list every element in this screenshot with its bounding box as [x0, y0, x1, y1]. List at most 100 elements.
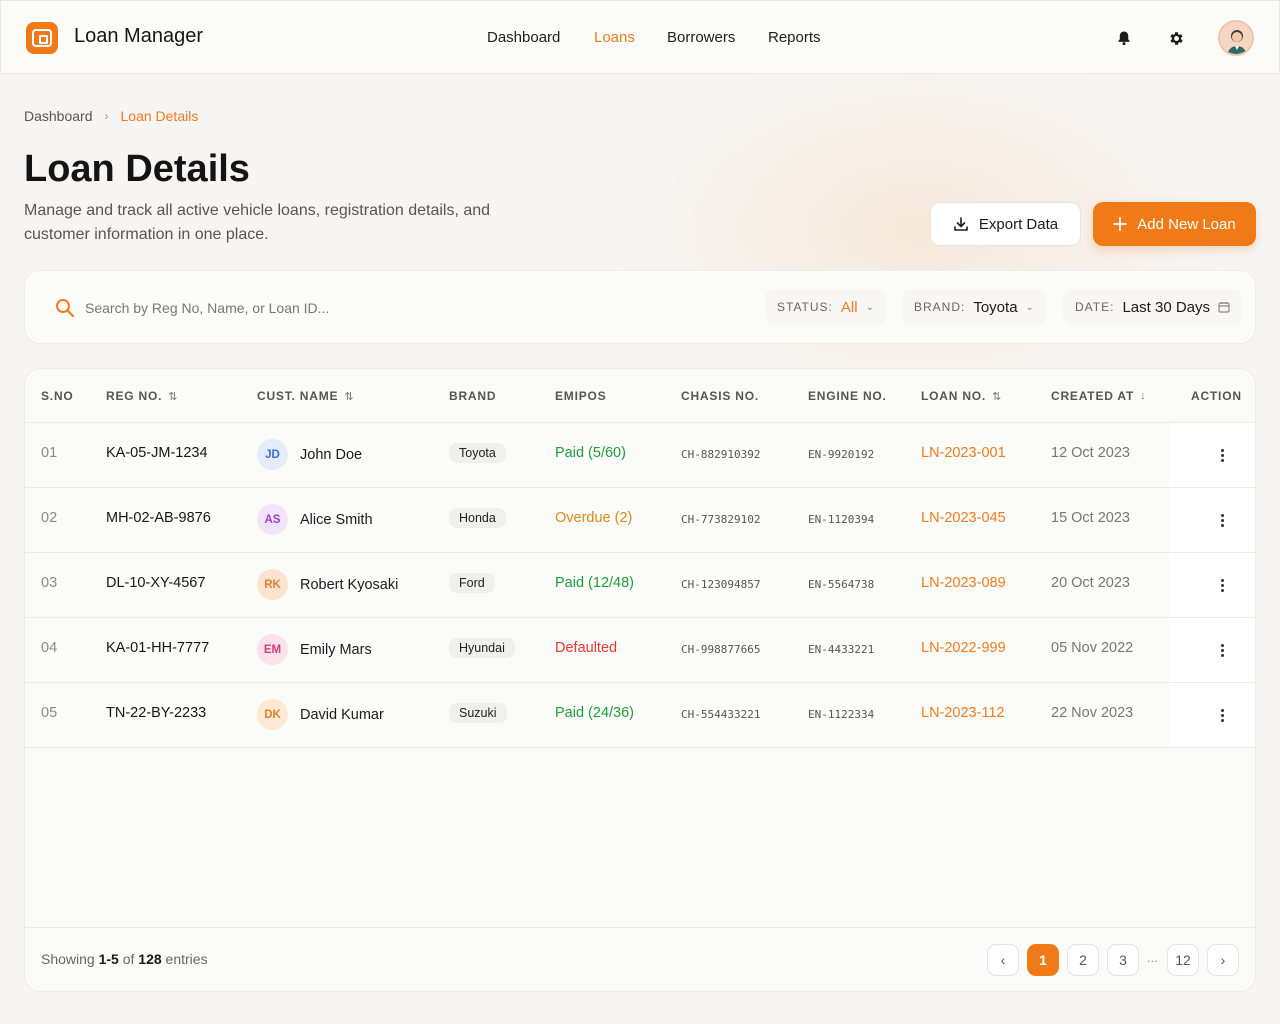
export-data-button[interactable]: Export Data — [930, 202, 1081, 246]
more-options-icon[interactable] — [1221, 709, 1225, 722]
cell-loan-no[interactable]: LN-2023-112 — [921, 705, 1005, 721]
cell-engine-no: EN-9920192 — [808, 448, 875, 461]
brand-filter-value: Toyota — [973, 298, 1018, 316]
col-header-action: ACTION — [1191, 389, 1242, 403]
page-button-2[interactable]: 2 — [1067, 944, 1099, 976]
table-footer: Showing 1-5 of 128 entries ‹ 1 2 3 ... 1… — [25, 927, 1255, 991]
cell-reg-no: KA-05-JM-1234 — [106, 445, 208, 461]
brand-pill: Honda — [449, 508, 506, 528]
chevron-down-icon: ⌄ — [1025, 301, 1034, 313]
nav-item-reports[interactable]: Reports — [768, 29, 821, 46]
date-filter-label: DATE: — [1075, 300, 1115, 314]
col-header-brand: BRAND — [449, 389, 497, 403]
table-header: S.NO REG NO. ⇅ CUST. NAME ⇅ BRAND EMIPOS C… — [25, 369, 1255, 423]
add-new-loan-button[interactable]: Add New Loan — [1093, 202, 1256, 246]
cell-sno: 01 — [41, 445, 58, 461]
arrow-down-icon[interactable]: ↓ — [1140, 390, 1146, 402]
col-header-reg-no[interactable]: REG NO. ⇅ — [106, 389, 178, 403]
brand-pill: Suzuki — [449, 703, 507, 723]
sort-icon[interactable]: ⇅ — [344, 390, 354, 403]
chevron-left-icon: ‹ — [1000, 952, 1006, 968]
cell-loan-no[interactable]: LN-2023-045 — [921, 510, 1006, 526]
gear-icon[interactable] — [1160, 22, 1192, 54]
cell-sno: 04 — [41, 640, 58, 656]
nav-item-loans[interactable]: Loans — [594, 29, 635, 46]
table-row[interactable]: 01 KA-05-JM-1234 JD John Doe Toyota Paid (5/6… — [25, 423, 1255, 488]
more-options-icon[interactable] — [1221, 579, 1225, 592]
page-button-1[interactable]: 1 — [1027, 944, 1059, 976]
col-header-engine-no: ENGINE NO. — [808, 389, 887, 403]
prev-page-button[interactable]: ‹ — [987, 944, 1019, 976]
more-options-icon[interactable] — [1221, 644, 1225, 657]
calendar-icon — [1218, 302, 1230, 313]
date-filter[interactable]: DATE: Last 30 Days — [1063, 289, 1242, 325]
app-logo-icon[interactable] — [26, 22, 58, 54]
next-page-button[interactable]: › — [1207, 944, 1239, 976]
search-input[interactable] — [85, 300, 425, 316]
cell-sno: 05 — [41, 705, 58, 721]
status-filter[interactable]: STATUS: All ⌄ — [765, 289, 886, 325]
cell-customer: JD John Doe — [257, 439, 362, 470]
cell-engine-no: EN-4433221 — [808, 643, 875, 656]
cell-engine-no: EN-5564738 — [808, 578, 875, 591]
cell-sno: 03 — [41, 575, 58, 591]
cell-created-at: 12 Oct 2023 — [1051, 445, 1130, 461]
app-name: Loan Manager — [74, 25, 203, 47]
export-data-label: Export Data — [978, 215, 1059, 233]
brand-filter[interactable]: BRAND: Toyota ⌄ — [902, 289, 1046, 325]
page-button-12[interactable]: 12 — [1167, 944, 1199, 976]
table-row[interactable]: 03 DL-10-XY-4567 RK Robert Kyosaki Ford Paid … — [25, 553, 1255, 618]
bell-icon[interactable] — [1108, 22, 1140, 54]
table-row[interactable]: 05 TN-22-BY-2233 DK David Kumar Suzuki Paid (… — [25, 683, 1255, 748]
cell-emi-status: Paid (12/48) — [555, 575, 634, 591]
status-filter-value: All — [840, 298, 858, 316]
customer-name: David Kumar — [300, 706, 384, 723]
cell-loan-no[interactable]: LN-2023-089 — [921, 575, 1006, 591]
status-filter-label: STATUS: — [777, 300, 833, 314]
add-new-loan-label: Add New Loan — [1137, 215, 1236, 233]
chevron-right-icon: › — [1220, 952, 1226, 968]
cell-chassis-no: CH-998877665 — [681, 643, 761, 656]
more-options-icon[interactable] — [1221, 514, 1225, 527]
cell-customer: AS Alice Smith — [257, 504, 373, 535]
cell-loan-no[interactable]: LN-2023-001 — [921, 445, 1006, 461]
col-header-created-at[interactable]: CREATED AT ↓ — [1051, 389, 1146, 403]
customer-initials-avatar: JD — [257, 439, 288, 470]
cell-created-at: 20 Oct 2023 — [1051, 575, 1130, 591]
brand-pill: Hyundai — [449, 638, 515, 658]
sort-icon[interactable]: ⇅ — [992, 390, 1002, 403]
brand-pill: Toyota — [449, 443, 506, 463]
col-header-loan-no[interactable]: LOAN NO. ⇅ — [921, 389, 1002, 403]
col-header-cust-name[interactable]: CUST. NAME ⇅ — [257, 389, 354, 403]
cell-created-at: 15 Oct 2023 — [1051, 510, 1130, 526]
loans-table: S.NO REG NO. ⇅ CUST. NAME ⇅ BRAND EMIPOS C… — [24, 368, 1256, 992]
more-options-icon[interactable] — [1221, 449, 1225, 462]
plus-icon — [1113, 217, 1128, 231]
sort-icon[interactable]: ⇅ — [168, 390, 178, 403]
cell-sno: 02 — [41, 510, 58, 526]
cell-emi-status: Paid (24/36) — [555, 705, 634, 721]
page-subtitle: Manage and track all active vehicle loan… — [24, 202, 491, 243]
top-navbar: Loan Manager Dashboard Loans Borrowers R… — [0, 0, 1280, 74]
cell-reg-no: TN-22-BY-2233 — [106, 705, 207, 721]
filter-bar: STATUS: All ⌄ BRAND: Toyota ⌄ DATE: Last… — [24, 270, 1256, 344]
cell-customer: DK David Kumar — [257, 699, 384, 730]
breadcrumb-link-dashboard[interactable]: Dashboard — [24, 108, 93, 124]
cell-customer: EM Emily Mars — [257, 634, 372, 665]
table-row[interactable]: 02 MH-02-AB-9876 AS Alice Smith Honda Overdue… — [25, 488, 1255, 553]
cell-emi-status: Paid (5/60) — [555, 445, 626, 461]
cell-emi-status: Overdue (2) — [555, 510, 633, 526]
col-header-sno: S.NO — [41, 389, 74, 403]
page-button-3[interactable]: 3 — [1107, 944, 1139, 976]
cell-customer: RK Robert Kyosaki — [257, 569, 398, 600]
cell-loan-no[interactable]: LN-2022-999 — [921, 640, 1006, 656]
nav-item-borrowers[interactable]: Borrowers — [667, 29, 735, 46]
table-row[interactable]: 04 KA-01-HH-7777 EM Emily Mars Hyundai Defaul… — [25, 618, 1255, 683]
user-avatar[interactable] — [1218, 20, 1254, 56]
brand-pill: Ford — [449, 573, 495, 593]
customer-initials-avatar: DK — [257, 699, 288, 730]
nav-item-dashboard[interactable]: Dashboard — [487, 29, 560, 46]
cell-chassis-no: CH-882910392 — [681, 448, 761, 461]
chevron-right-icon: › — [104, 109, 109, 123]
download-icon — [954, 217, 968, 231]
